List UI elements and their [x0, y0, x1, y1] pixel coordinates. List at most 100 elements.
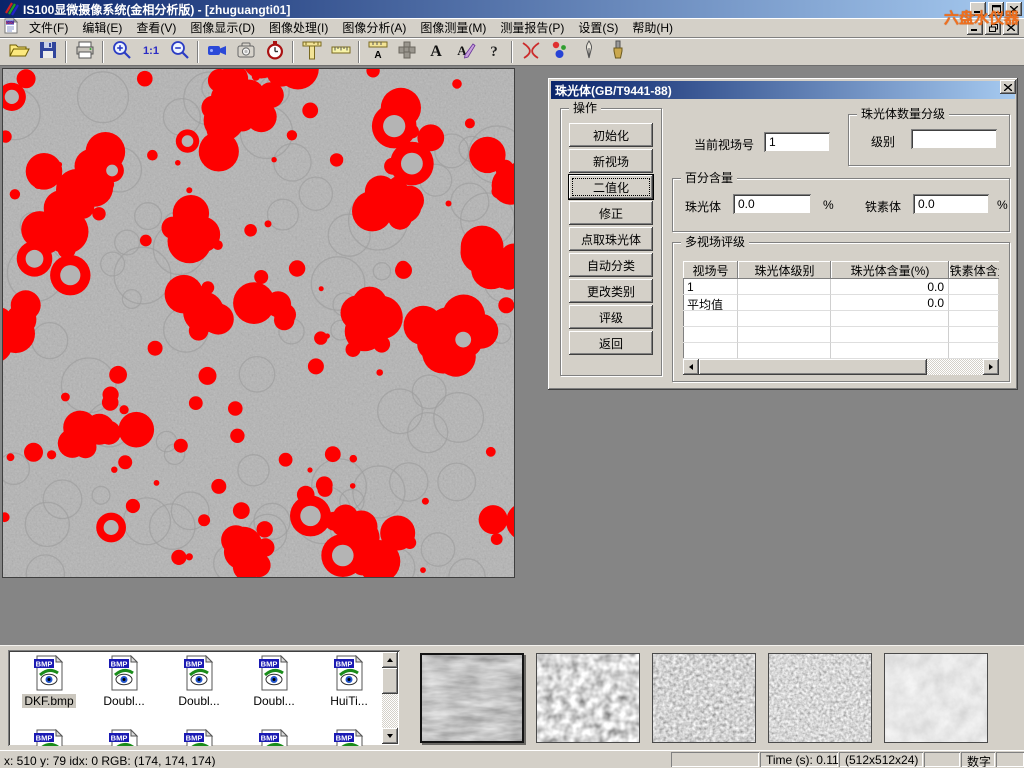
svg-text:A: A	[430, 43, 442, 60]
close-button[interactable]	[1006, 2, 1022, 16]
file-list[interactable]: BMPDKF.bmpBMPDoubl...BMPDoubl...BMPDoubl…	[8, 650, 400, 746]
micrograph-thumb-2[interactable]	[536, 653, 640, 743]
menu-item-9[interactable]: 帮助(H)	[625, 17, 680, 38]
scrollbar-track[interactable]	[927, 359, 983, 375]
print-button[interactable]	[70, 39, 99, 64]
table-cell	[949, 311, 999, 327]
maximize-button[interactable]	[988, 2, 1004, 16]
save-button[interactable]	[33, 39, 62, 64]
dialog-title-bar[interactable]: 珠光体(GB/T9441-88)	[551, 81, 1015, 99]
curve-tool-icon	[520, 39, 542, 64]
scroll-left-button[interactable]	[683, 359, 699, 375]
scrollbar-thumb[interactable]	[699, 359, 927, 375]
brush-button[interactable]	[603, 39, 632, 64]
svg-text:A: A	[374, 50, 381, 61]
file-item-partial[interactable]: BMP	[12, 729, 86, 746]
dialog-close-button[interactable]	[1000, 80, 1016, 94]
help-button[interactable]: ?	[479, 39, 508, 64]
menu-item-3[interactable]: 图像显示(D)	[183, 17, 262, 38]
op-button-0[interactable]: 初始化	[569, 123, 653, 147]
pen-button[interactable]	[574, 39, 603, 64]
table-header-1[interactable]: 珠光体级别	[738, 261, 831, 279]
micrograph-image[interactable]	[2, 68, 515, 578]
file-item-partial[interactable]: BMP	[87, 729, 161, 746]
table-row[interactable]	[683, 327, 999, 343]
table-horizontal-scrollbar[interactable]	[683, 359, 999, 375]
menu-item-1[interactable]: 编辑(E)	[75, 17, 129, 38]
timer-icon	[264, 39, 286, 64]
svg-text:1:1: 1:1	[143, 45, 159, 57]
ruler-button[interactable]	[326, 39, 355, 64]
file-item-partial[interactable]: BMP	[312, 729, 386, 746]
menu-item-5[interactable]: 图像分析(A)	[335, 17, 413, 38]
table-cell	[738, 343, 831, 359]
particles-button[interactable]	[545, 39, 574, 64]
capture-button[interactable]	[231, 39, 260, 64]
zoom-out-button[interactable]	[165, 39, 194, 64]
table-header-3[interactable]: 铁素体含量(%)	[949, 261, 999, 279]
annotate-button[interactable]: A	[450, 39, 479, 64]
svg-text:BMP: BMP	[36, 659, 53, 668]
grid-button[interactable]	[392, 39, 421, 64]
timer-button[interactable]	[260, 39, 289, 64]
application-window: IS100显微摄像系统(金相分析版) - [zhuguangti01] DOC …	[0, 0, 1024, 768]
table-header-2[interactable]: 珠光体含量(%)	[831, 261, 949, 279]
op-button-2[interactable]: 二值化	[569, 175, 653, 199]
table-header-0[interactable]: 视场号	[683, 261, 738, 279]
pearlite-percent-input[interactable]: 0.0	[733, 194, 811, 214]
table-row[interactable]: 10.0	[683, 279, 999, 295]
curve-tool-button[interactable]	[516, 39, 545, 64]
op-button-1[interactable]: 新视场	[569, 149, 653, 173]
op-button-3[interactable]: 修正	[569, 201, 653, 225]
child-restore-button[interactable]	[985, 21, 1001, 35]
file-item-partial[interactable]: BMP	[237, 729, 311, 746]
current-field-input[interactable]: 1	[764, 132, 830, 152]
menu-item-0[interactable]: 文件(F)	[22, 17, 75, 38]
zoom-in-button[interactable]	[107, 39, 136, 64]
table-cell	[738, 295, 831, 311]
table-row[interactable]: 平均值0.0	[683, 295, 999, 311]
menu-item-7[interactable]: 测量报告(P)	[493, 17, 571, 38]
text-button[interactable]: A	[421, 39, 450, 64]
file-item[interactable]: BMPDoubl...	[162, 655, 236, 708]
actual-size-button[interactable]: 1:1	[136, 39, 165, 64]
ferrite-percent-input[interactable]: 0.0	[913, 194, 989, 214]
caliper-button[interactable]	[297, 39, 326, 64]
menu-item-4[interactable]: 图像处理(I)	[262, 17, 335, 38]
open-button[interactable]	[4, 39, 33, 64]
micrograph-thumb-4[interactable]	[768, 653, 872, 743]
micrograph-thumb-1[interactable]	[420, 653, 524, 743]
op-button-4[interactable]: 点取珠光体	[569, 227, 653, 251]
measure-text-button[interactable]: A	[363, 39, 392, 64]
multifield-group-label: 多视场评级	[681, 235, 749, 249]
file-item[interactable]: BMPDoubl...	[237, 655, 311, 708]
table-cell	[683, 327, 738, 343]
op-button-8[interactable]: 返回	[569, 331, 653, 355]
op-button-6[interactable]: 更改类别	[569, 279, 653, 303]
file-item[interactable]: BMPHuiTi...	[312, 655, 386, 708]
table-row[interactable]	[683, 343, 999, 359]
file-item-partial[interactable]: BMP	[162, 729, 236, 746]
video-camera-icon	[206, 39, 228, 64]
svg-text:BMP: BMP	[36, 733, 53, 742]
menu-item-2[interactable]: 查看(V)	[129, 17, 183, 38]
grade-input[interactable]	[911, 129, 997, 149]
micrograph-thumb-3[interactable]	[652, 653, 756, 743]
child-close-button[interactable]	[1003, 21, 1019, 35]
op-button-5[interactable]: 自动分类	[569, 253, 653, 277]
micrograph-thumb-5[interactable]	[884, 653, 988, 743]
file-browser-panel: BMPDKF.bmpBMPDoubl...BMPDoubl...BMPDoubl…	[0, 645, 1024, 750]
menu-item-6[interactable]: 图像测量(M)	[413, 17, 493, 38]
op-button-7[interactable]: 评级	[569, 305, 653, 329]
menu-item-8[interactable]: 设置(S)	[571, 17, 625, 38]
table-row[interactable]	[683, 311, 999, 327]
svg-text:BMP: BMP	[336, 733, 353, 742]
menu-bar: DOC 文件(F)编辑(E)查看(V)图像显示(D)图像处理(I)图像分析(A)…	[0, 18, 1024, 38]
rating-table[interactable]: 视场号珠光体级别珠光体含量(%)铁素体含量(%) 10.0平均值0.0	[683, 261, 999, 375]
minimize-button[interactable]	[970, 2, 986, 16]
scroll-right-button[interactable]	[983, 359, 999, 375]
video-camera-button[interactable]	[202, 39, 231, 64]
child-minimize-button[interactable]	[967, 21, 983, 35]
file-item[interactable]: BMPDKF.bmp	[12, 655, 86, 708]
file-item[interactable]: BMPDoubl...	[87, 655, 161, 708]
